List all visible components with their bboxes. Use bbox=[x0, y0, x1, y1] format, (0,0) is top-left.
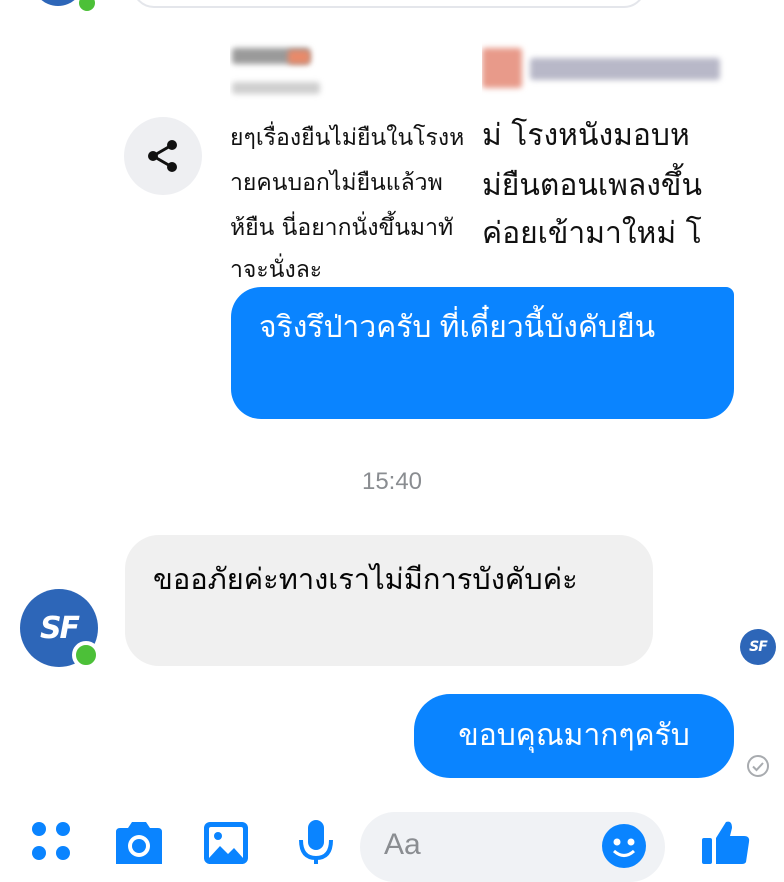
shared-text-line: ห้ยืน นี่อยากนั่งขึ้นมาทั bbox=[230, 215, 454, 241]
blurred-name bbox=[530, 58, 720, 80]
message-text: จริงรึป่าวครับ ที่เดี๋ยวนี้บังคับยืน bbox=[259, 311, 656, 344]
thumbs-up-icon[interactable] bbox=[700, 818, 752, 864]
shared-text-line: ายคนบอกไม่ยืนแล้วพ bbox=[230, 170, 443, 196]
message-input[interactable]: Aa bbox=[360, 812, 665, 882]
outgoing-message-bubble[interactable]: ขอบคุณมากๆครับ bbox=[414, 694, 734, 778]
online-indicator bbox=[72, 641, 100, 669]
microphone-icon[interactable] bbox=[296, 818, 336, 864]
shared-image-right[interactable]: ม่ โรงหนังมอบห ม่ยืนตอนเพลงขึ้น ค่อยเข้า… bbox=[482, 40, 734, 245]
image-icon[interactable] bbox=[202, 818, 250, 864]
check-circle-icon bbox=[747, 755, 769, 777]
message-text: ขอบคุณมากๆครับ bbox=[458, 719, 690, 752]
emoji-face bbox=[612, 838, 636, 857]
shared-text-line: ม่ยืนตอนเพลงขึ้น bbox=[482, 168, 702, 203]
read-receipt-avatar: SF bbox=[740, 629, 776, 665]
four-dots-icon[interactable] bbox=[28, 818, 74, 864]
shared-text-line: ม่ โรงหนังมอบห bbox=[482, 118, 690, 153]
shared-text-line: ค่อยเข้ามาใหม่ โ bbox=[482, 216, 702, 245]
previous-message-bubble[interactable] bbox=[132, 0, 646, 8]
emoji-icon[interactable] bbox=[602, 824, 646, 868]
share-icon bbox=[148, 140, 177, 172]
camera-icon[interactable] bbox=[112, 818, 166, 864]
shared-image-left[interactable]: ยๆเรื่องยืนไม่ยืนในโรงห ายคนบอกไม่ยืนแล้… bbox=[230, 40, 480, 285]
share-button[interactable] bbox=[124, 117, 202, 195]
blurred-avatar bbox=[482, 48, 522, 88]
incoming-message-bubble[interactable]: ขออภัยค่ะทางเราไม่มีการบังคับค่ะ bbox=[125, 535, 653, 666]
outgoing-message-bubble[interactable]: จริงรึป่าวครับ ที่เดี๋ยวนี้บังคับยืน bbox=[231, 287, 734, 419]
shared-text-line: ยๆเรื่องยืนไม่ยืนในโรงห bbox=[230, 125, 465, 151]
avatar-logo: SF bbox=[749, 639, 768, 655]
blurred-meta bbox=[232, 82, 320, 94]
input-placeholder: Aa bbox=[384, 828, 421, 861]
online-indicator bbox=[76, 0, 98, 14]
message-timestamp: 15:40 bbox=[361, 468, 423, 495]
shared-text-line: าจะนั่งละ bbox=[230, 257, 323, 283]
avatar-logo: SF bbox=[39, 610, 80, 646]
blurred-badge bbox=[288, 50, 310, 64]
message-text: ขออภัยค่ะทางเราไม่มีการบังคับค่ะ bbox=[153, 564, 578, 596]
